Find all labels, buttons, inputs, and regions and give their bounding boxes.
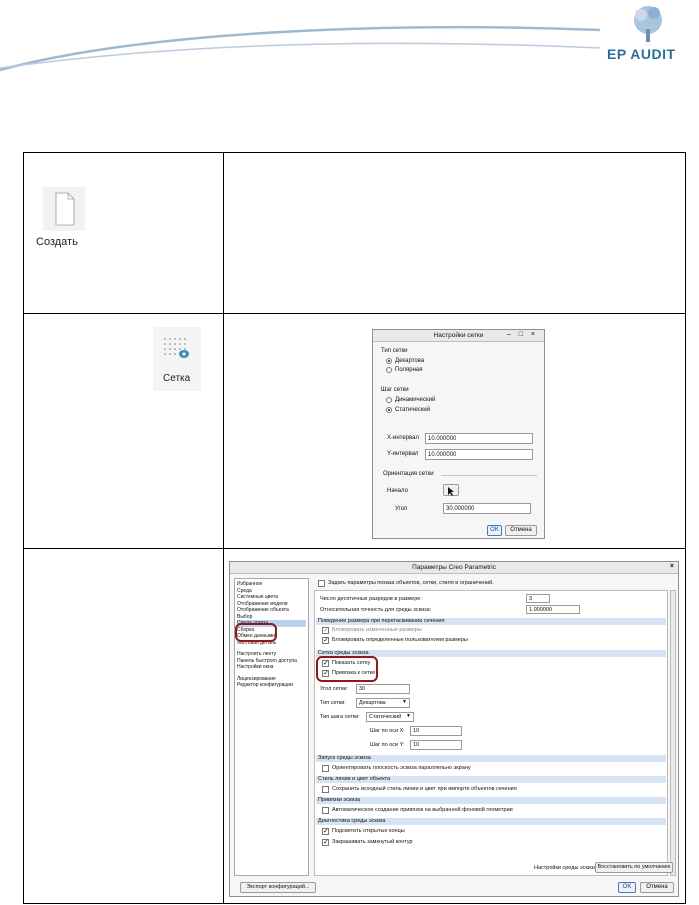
ok-button[interactable]: OK	[618, 882, 636, 893]
dialog-title: Параметры Creo Parametric	[230, 562, 678, 574]
row-divider	[24, 548, 685, 549]
grid-icon	[164, 338, 189, 358]
tree-logo-icon	[634, 6, 662, 42]
step-y-field[interactable]: 10	[410, 740, 462, 750]
angle-label: Угол	[395, 506, 408, 512]
origin-label: Начало	[387, 488, 408, 494]
grid-options-highlight-outline	[316, 656, 378, 682]
top-checkbox-label: Задать параметры показа объектов, сетки,…	[328, 580, 494, 586]
keep-style-label: Сохранить исходный стиль линии и цвет пр…	[332, 786, 517, 792]
precision-label: Относительная точность для среды эскиза:	[320, 607, 432, 613]
x-interval-field[interactable]: 10.000000	[425, 433, 533, 444]
scrollbar[interactable]	[670, 590, 676, 876]
section-dims: Поведение размера при перетаскивании сеч…	[316, 618, 666, 625]
lock-changed-label: Блокировать измененные размеры	[332, 627, 422, 633]
export-config-button[interactable]: Экспорт конфигураций...	[240, 882, 316, 893]
radio-cartesian-label: Декартова	[395, 358, 425, 364]
shade-closed-label: Закрашивать замкнутый контур	[332, 839, 413, 845]
separator	[441, 475, 537, 476]
sketch-settings-label: Настройки среды эскиза:	[534, 865, 599, 871]
highlight-open-label: Подсветить открытые концы	[332, 828, 405, 834]
grid-angle-field[interactable]: 30	[356, 684, 410, 694]
keep-style-checkbox[interactable]	[322, 786, 329, 793]
radio-static[interactable]	[386, 407, 392, 413]
lock-user-checkbox[interactable]: ✓	[322, 637, 329, 644]
column-divider	[223, 153, 224, 903]
chevron-down-icon: ▼	[406, 713, 411, 719]
creo-options-dialog: Параметры Creo Parametric × Избранное Ср…	[229, 561, 679, 897]
chevron-down-icon: ▼	[402, 699, 407, 705]
section-start: Запуск среды эскиза	[316, 755, 666, 762]
grid-angle-label: Угол сетки:	[320, 686, 348, 692]
decimal-field[interactable]: 3	[526, 594, 550, 603]
cancel-button[interactable]: Отмена	[505, 525, 537, 536]
orientation-label: Ориентация сетки	[383, 471, 434, 477]
ok-button[interactable]: OK	[487, 525, 502, 536]
grid-settings-dialog: Настройки сетки – □ × Тип сетки Декартов…	[372, 329, 545, 539]
step-x-field[interactable]: 10	[410, 726, 462, 736]
create-label: Создать	[36, 236, 78, 248]
origin-select-button[interactable]	[443, 484, 459, 496]
shade-closed-checkbox[interactable]: ✓	[322, 839, 329, 846]
angle-field[interactable]: 30.000000	[443, 503, 531, 514]
lock-user-label: Блокировать определенные пользователем р…	[332, 637, 468, 643]
new-document-icon	[43, 187, 85, 231]
orient-parallel-label: Ориентировать плоскость эскиза параллель…	[332, 765, 471, 771]
step-y-label: Шаг по оси Y:	[370, 742, 405, 748]
top-checkbox[interactable]	[318, 580, 325, 587]
header-swoosh	[0, 25, 601, 72]
grid-type-label: Тип сетки	[381, 348, 408, 354]
row-divider	[24, 313, 685, 314]
y-interval-label: Y-интервал	[387, 451, 419, 457]
radio-dynamic[interactable]	[386, 397, 392, 403]
logo-text: EP AUDIT	[607, 46, 676, 62]
cancel-button[interactable]: Отмена	[640, 882, 674, 893]
sidebar-item[interactable]: Редактор конфигурации	[237, 682, 306, 689]
section-style: Стиль линии и цвет объекта	[316, 776, 666, 783]
close-icon[interactable]: ×	[670, 563, 674, 570]
step-x-label: Шаг по оси X:	[370, 728, 405, 734]
lock-changed-checkbox[interactable]: ✓	[322, 627, 329, 634]
precision-field[interactable]: 1.000000	[526, 605, 580, 614]
radio-cartesian[interactable]	[386, 358, 392, 364]
section-snap: Привязки эскиза	[316, 797, 666, 804]
grid-button[interactable]: Сетка	[153, 327, 201, 391]
section-diag: Диагностика среды эскиза	[316, 818, 666, 825]
decimal-label: Число десятичных разрядов в размере:	[320, 596, 422, 602]
radio-static-label: Статический	[395, 407, 431, 413]
content-table: Создать Сетка Настройки сетки – □ × Тип …	[23, 152, 686, 904]
radio-polar-label: Полярная	[395, 367, 423, 373]
radio-dynamic-label: Динамический	[395, 397, 436, 403]
sidebar-highlight-outline	[235, 623, 277, 642]
orient-parallel-checkbox[interactable]	[322, 765, 329, 772]
auto-snap-label: Автоматическое создание привязок на выбр…	[332, 807, 513, 813]
grid-label: Сетка	[163, 373, 191, 384]
cursor-arrow-icon	[448, 487, 454, 496]
restore-defaults-button[interactable]: Восстановить по умолчанию	[595, 862, 673, 873]
radio-polar[interactable]	[386, 367, 392, 373]
window-controls[interactable]: – □ ×	[507, 331, 538, 338]
grid-type-label: Тип сетки:	[320, 700, 346, 706]
y-interval-field[interactable]: 10.000000	[425, 449, 533, 460]
auto-snap-checkbox[interactable]	[322, 807, 329, 814]
grid-step-type-label: Тип шага сетки:	[320, 714, 360, 720]
highlight-open-checkbox[interactable]: ✓	[322, 828, 329, 835]
grid-step-label: Шаг сетки	[381, 387, 409, 393]
x-interval-label: X-интервал	[387, 435, 419, 441]
